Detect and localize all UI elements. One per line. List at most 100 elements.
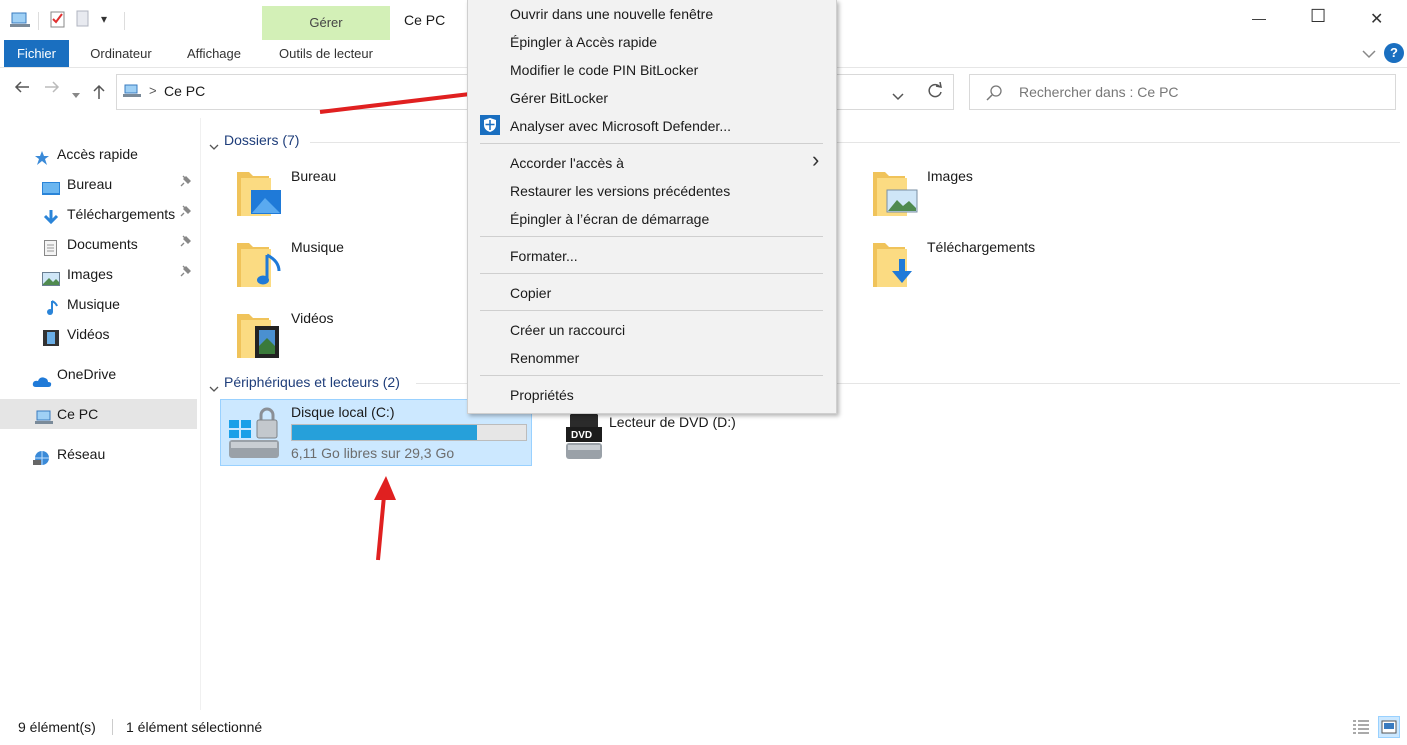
tab-fichier[interactable]: Fichier — [4, 40, 69, 67]
chevron-down-icon[interactable] — [1362, 46, 1376, 62]
menu-item-pin-quick-access[interactable]: Épingler à Accès rapide — [510, 28, 657, 56]
submenu-arrow-icon: › — [812, 147, 820, 172]
contextual-tab-group: Gérer — [262, 6, 390, 40]
menu-item-create-shortcut[interactable]: Créer un raccourci — [510, 316, 625, 344]
sidebar-item-videos[interactable]: Vidéos — [0, 319, 197, 349]
search-icon — [986, 85, 1002, 104]
forward-arrow-icon[interactable] — [44, 80, 60, 99]
context-menu: Ouvrir dans une nouvelle fenêtre Épingle… — [467, 0, 837, 414]
search-input[interactable]: Rechercher dans : Ce PC — [969, 74, 1396, 110]
details-view-icon[interactable] — [1352, 719, 1370, 738]
sidebar-item-telechargements[interactable]: Téléchargements — [0, 199, 197, 229]
pin-icon[interactable] — [180, 199, 192, 229]
menu-separator — [480, 273, 823, 274]
document-icon — [44, 236, 60, 256]
menu-item-manage-bitlocker[interactable]: Gérer BitLocker — [510, 84, 608, 112]
music-folder-icon — [235, 239, 283, 295]
image-icon — [42, 266, 60, 286]
pin-icon[interactable] — [180, 259, 192, 289]
folder-item[interactable]: Musique — [235, 239, 455, 303]
music-icon — [46, 296, 62, 315]
computer-icon — [10, 12, 30, 31]
pin-icon[interactable] — [180, 229, 192, 259]
cloud-icon — [32, 368, 52, 387]
menu-item-properties[interactable]: Propriétés — [510, 381, 574, 409]
sidebar-item-ce-pc[interactable]: Ce PC — [0, 399, 197, 429]
drive-usage-fill — [292, 425, 477, 440]
selection-count: 1 élément sélectionné — [126, 719, 263, 735]
pin-icon[interactable] — [180, 169, 192, 199]
downloads-folder-icon — [871, 239, 919, 295]
collapse-chevron-icon[interactable] — [209, 138, 219, 154]
collapse-chevron-icon[interactable] — [209, 380, 219, 396]
drive-usage-bar — [291, 424, 527, 441]
recent-dropdown-icon[interactable] — [72, 86, 80, 104]
menu-separator — [480, 375, 823, 376]
menu-separator — [480, 310, 823, 311]
devices-section-header[interactable]: Périphériques et lecteurs (2) — [224, 374, 400, 390]
menu-item-open-new-window[interactable]: Ouvrir dans une nouvelle fenêtre — [510, 0, 713, 28]
dvd-badge: DVD — [571, 430, 593, 441]
desktop-icon — [42, 176, 60, 195]
navigation-pane: Accès rapide Bureau Téléchargements Docu… — [0, 118, 201, 710]
folder-item[interactable]: Images — [871, 168, 1091, 232]
sidebar-item-musique[interactable]: Musique — [0, 289, 197, 319]
menu-item-rename[interactable]: Renommer — [510, 344, 579, 372]
menu-item-change-bitlocker-pin[interactable]: Modifier le code PIN BitLocker — [510, 56, 698, 84]
computer-icon — [123, 84, 141, 101]
defender-shield-icon — [480, 115, 500, 138]
menu-item-pin-start[interactable]: Épingler à l’écran de démarrage — [510, 205, 709, 233]
refresh-icon[interactable] — [926, 81, 944, 103]
folder-item[interactable]: Vidéos — [235, 310, 455, 374]
folders-section-header[interactable]: Dossiers (7) — [224, 132, 299, 148]
back-arrow-icon[interactable] — [14, 80, 30, 99]
breadcrumb-separator: > — [149, 83, 157, 98]
search-placeholder: Rechercher dans : Ce PC — [1019, 84, 1179, 100]
drive-label: Lecteur de DVD (D:) — [609, 414, 736, 430]
computer-icon — [34, 406, 53, 424]
video-icon — [43, 326, 59, 346]
sidebar-item-onedrive[interactable]: OneDrive — [0, 359, 197, 389]
sidebar-item-bureau[interactable]: Bureau — [0, 169, 197, 199]
folder-item[interactable]: Bureau — [235, 168, 455, 232]
sidebar-item-documents[interactable]: Documents — [0, 229, 197, 259]
tab-ordinateur[interactable]: Ordinateur — [78, 40, 164, 67]
status-bar: 9 élément(s) 1 élément sélectionné — [0, 710, 1407, 745]
network-icon — [33, 446, 49, 465]
menu-item-copy[interactable]: Copier — [510, 279, 551, 307]
qat-dropdown[interactable]: ▾ — [101, 12, 107, 26]
item-count: 9 élément(s) — [18, 719, 96, 735]
drive-label: Disque local (C:) — [291, 404, 395, 420]
annotation-arrow-icon — [374, 476, 396, 561]
tab-affichage[interactable]: Affichage — [174, 40, 254, 67]
sidebar-item-acces-rapide[interactable]: Accès rapide — [0, 139, 197, 169]
menu-separator — [480, 143, 823, 144]
tab-outils-de-lecteur[interactable]: Outils de lecteur — [264, 40, 388, 67]
download-icon — [43, 206, 59, 225]
menu-item-scan-defender[interactable]: Analyser avec Microsoft Defender... — [510, 112, 731, 140]
chevron-down-icon[interactable] — [892, 88, 904, 104]
close-button[interactable]: ✕ — [1370, 9, 1383, 29]
menu-separator — [480, 236, 823, 237]
maximize-button[interactable]: ☐ — [1310, 6, 1326, 27]
videos-folder-icon — [235, 310, 283, 366]
menu-item-format[interactable]: Formater... — [510, 242, 578, 270]
large-icons-view-icon[interactable] — [1378, 716, 1400, 738]
desktop-folder-icon — [235, 168, 283, 224]
sidebar-item-images[interactable]: Images — [0, 259, 197, 289]
sidebar-item-reseau[interactable]: Réseau — [0, 439, 197, 469]
menu-item-restore-versions[interactable]: Restaurer les versions précédentes — [510, 177, 730, 205]
folder-item[interactable]: Téléchargements — [871, 239, 1091, 303]
window-title: Ce PC — [404, 12, 446, 28]
drive-free-space: 6,11 Go libres sur 29,3 Go — [291, 445, 455, 461]
help-button[interactable]: ? — [1384, 43, 1404, 63]
menu-item-give-access[interactable]: Accorder l'accès à — [510, 149, 624, 177]
new-folder-icon[interactable] — [76, 10, 90, 31]
star-icon — [34, 146, 50, 165]
minimize-button[interactable]: — — [1252, 10, 1266, 26]
breadcrumb[interactable]: Ce PC — [164, 83, 205, 99]
pictures-folder-icon — [871, 168, 919, 224]
up-arrow-icon[interactable] — [92, 84, 106, 105]
locked-drive-icon — [227, 406, 285, 465]
properties-icon[interactable] — [50, 10, 66, 31]
